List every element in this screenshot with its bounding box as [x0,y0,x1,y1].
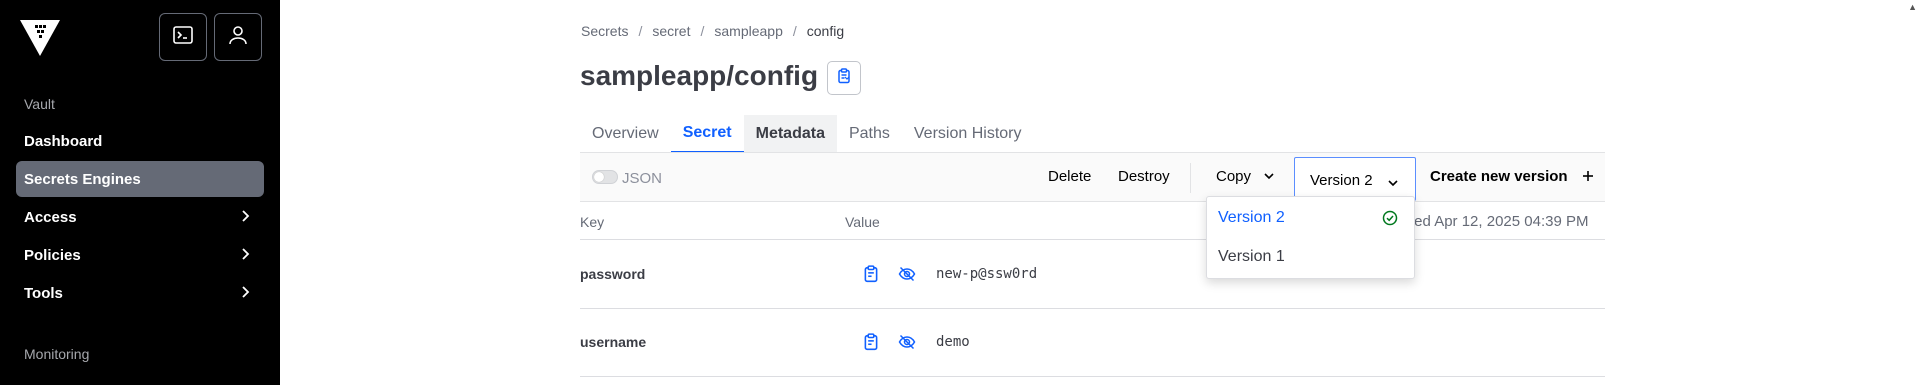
breadcrumb-separator: / [638,23,643,39]
chevron-right-icon [238,209,252,227]
tab-paths[interactable]: Paths [837,115,902,153]
json-toggle[interactable] [592,170,618,184]
console-button[interactable] [159,13,207,61]
sidebar-item-secrets-engines[interactable]: Secrets Engines [16,161,264,197]
tab-overview[interactable]: Overview [580,115,671,153]
toolbar-divider [1190,163,1191,193]
chevron-right-icon [238,247,252,265]
delete-button[interactable]: Delete [1048,168,1091,185]
sidebar-item-label: Policies [24,246,81,264]
version-label: Version 2 [1310,172,1373,189]
copy-path-button[interactable] [827,61,861,95]
sidebar-item-label: Tools [24,284,63,302]
destroy-button[interactable]: Destroy [1118,168,1170,185]
sidebar-item-access[interactable]: Access [16,199,264,235]
column-header-key: Key [580,214,605,230]
tab-bar: Overview Secret Metadata Paths Version H… [580,115,1033,153]
table-row-value: new-p@ssw0rd [936,266,1038,282]
copy-value-icon[interactable] [862,265,880,283]
vault-logo-icon[interactable] [20,20,60,56]
sidebar-heading-vault: Vault [24,96,55,112]
row-divider [580,239,1605,240]
check-circle-icon [1382,210,1398,231]
terminal-icon [172,24,194,51]
scrollbar-up-arrow-icon[interactable]: ▲ [1908,2,1917,12]
tab-version-history[interactable]: Version History [902,115,1034,153]
sidebar-item-label: Access [24,208,77,226]
eye-off-icon[interactable] [898,265,916,283]
version-option-1[interactable]: Version 1 [1218,248,1285,266]
user-icon [227,24,249,51]
breadcrumb: Secrets / secret / sampleapp / config [581,23,844,39]
sidebar-heading-monitoring: Monitoring [24,346,90,362]
create-new-version-button[interactable]: Create new version [1430,168,1594,186]
copy-value-icon[interactable] [862,333,880,351]
copy-dropdown-button[interactable]: Copy [1216,168,1275,186]
eye-off-icon[interactable] [898,333,916,351]
version-dropdown-menu: Version 2 Version 1 [1206,196,1415,279]
page-title: sampleapp/config [580,60,819,91]
row-divider [580,308,1605,309]
table-row-key: password [580,266,646,282]
chevron-down-icon [1263,169,1275,186]
json-toggle-label: JSON [622,170,663,187]
breadcrumb-item-secret[interactable]: secret [652,23,690,39]
copy-label: Copy [1216,168,1252,185]
version-option-2[interactable]: Version 2 [1218,209,1285,227]
breadcrumb-item-secrets[interactable]: Secrets [581,23,628,39]
sidebar-item-label: Dashboard [24,132,103,150]
clipboard-icon [836,67,852,89]
column-header-value: Value [845,214,880,230]
breadcrumb-separator: / [792,23,797,39]
table-row-key: username [580,334,647,350]
chevron-down-icon [1387,176,1399,194]
sidebar: Vault Dashboard Secrets Engines Access P… [0,0,280,385]
sidebar-item-label: Secrets Engines [24,170,141,188]
sidebar-item-dashboard[interactable]: Dashboard [16,123,264,159]
secret-toolbar: JSON Delete Destroy Copy Version 2 Creat… [580,152,1605,202]
breadcrumb-item-sampleapp[interactable]: sampleapp [714,23,783,39]
tab-metadata[interactable]: Metadata [743,115,837,153]
breadcrumb-item-current: config [806,23,845,39]
plus-icon [1582,169,1594,186]
user-menu-button[interactable] [214,13,262,61]
updated-timestamp: ted Apr 12, 2025 04:39 PM [1410,213,1589,230]
breadcrumb-separator: / [700,23,705,39]
sidebar-item-policies[interactable]: Policies [16,237,264,273]
table-row-value: demo [936,334,970,350]
sidebar-item-tools[interactable]: Tools [16,275,264,311]
row-divider [580,376,1605,377]
version-dropdown-button[interactable]: Version 2 [1294,157,1416,201]
chevron-right-icon [238,285,252,303]
tab-secret[interactable]: Secret [670,115,744,153]
create-new-version-label: Create new version [1430,168,1568,185]
